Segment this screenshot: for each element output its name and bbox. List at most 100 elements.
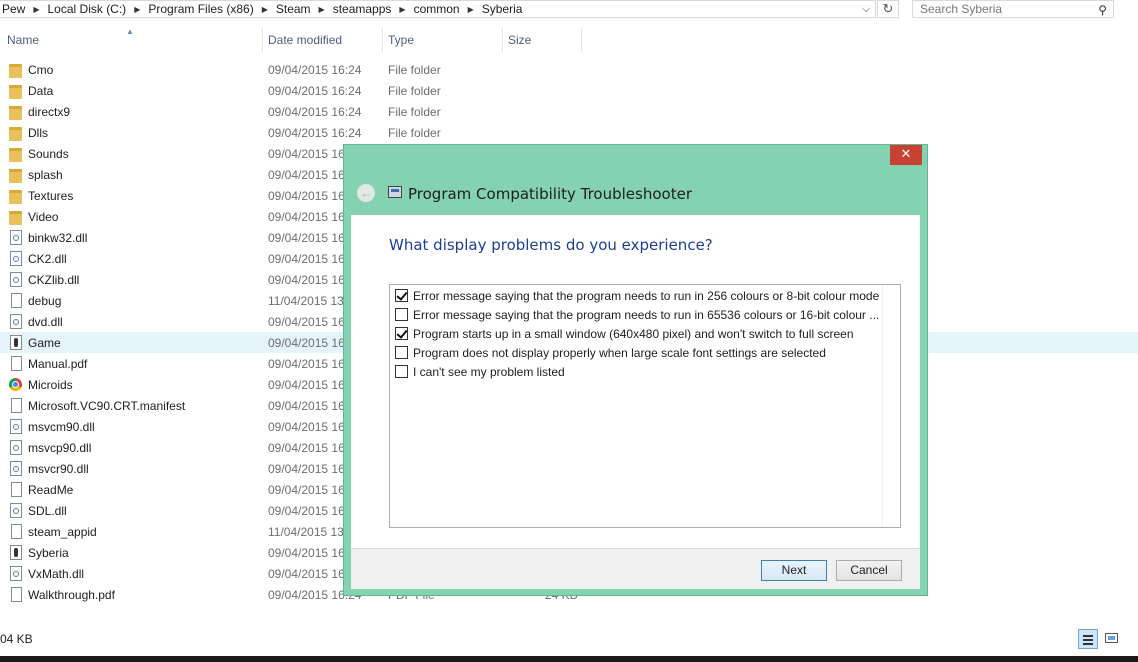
chevron-right-icon[interactable]: ▶ (319, 5, 325, 14)
folder-icon (9, 64, 22, 78)
problem-options-list: Error message saying that the program ne… (389, 284, 901, 528)
dll-icon (10, 461, 22, 476)
checkbox[interactable] (395, 346, 408, 359)
problem-option[interactable]: Program starts up in a small window (640… (395, 324, 854, 343)
column-divider[interactable] (502, 28, 503, 52)
chevron-right-icon[interactable]: ▶ (468, 5, 474, 14)
list-scrollbar[interactable] (882, 285, 900, 527)
breadcrumb-item[interactable]: Syberia (482, 2, 523, 16)
file-date: 09/04/2015 16:24 (268, 84, 362, 98)
problem-option[interactable]: Error message saying that the program ne… (395, 305, 879, 324)
file-row[interactable]: Dlls 09/04/2015 16:24 File folder (0, 122, 1138, 143)
option-label: Program does not display properly when l… (413, 345, 826, 360)
problem-option[interactable]: I can't see my problem listed (395, 362, 565, 381)
file-name: SDL.dll (28, 504, 67, 518)
chevron-right-icon[interactable]: ▶ (262, 5, 268, 14)
file-date: 11/04/2015 13: (268, 525, 348, 539)
column-divider[interactable] (382, 28, 383, 52)
sort-ascending-icon: ▲ (126, 27, 134, 36)
file-type: File folder (388, 63, 441, 77)
column-headers: ▲ Name Date modified Type Size (0, 27, 1138, 52)
file-date: 09/04/2015 16: (268, 399, 349, 413)
folder-icon (9, 169, 22, 183)
checkbox[interactable] (395, 327, 408, 340)
column-header-type[interactable]: Type (388, 28, 414, 52)
taskbar-edge (0, 656, 1138, 662)
file-date: 09/04/2015 16: (268, 336, 349, 350)
breadcrumb-item[interactable]: common (414, 2, 460, 16)
close-button[interactable]: ✕ (890, 145, 922, 165)
file-date: 09/04/2015 16: (268, 252, 349, 266)
folder-icon (9, 127, 22, 141)
file-type: File folder (388, 126, 441, 140)
file-name: Walkthrough.pdf (28, 588, 115, 602)
search-icon[interactable]: ⚲ (1098, 2, 1107, 18)
file-icon (11, 398, 22, 413)
file-name: steam_appid (28, 525, 97, 539)
dll-icon (10, 566, 22, 581)
breadcrumb-item[interactable]: Pew (2, 2, 25, 16)
chevron-right-icon[interactable]: ▶ (33, 5, 39, 14)
column-divider[interactable] (262, 28, 263, 52)
checkbox[interactable] (395, 308, 408, 321)
column-header-name[interactable]: Name (7, 28, 39, 52)
option-label: Program starts up in a small window (640… (413, 326, 854, 341)
file-date: 09/04/2015 16:24 (268, 63, 362, 77)
file-row[interactable]: directx9 09/04/2015 16:24 File folder (0, 101, 1138, 122)
file-row[interactable]: Data 09/04/2015 16:24 File folder (0, 80, 1138, 101)
next-button[interactable]: Next (761, 560, 827, 581)
file-name: binkw32.dll (28, 231, 88, 245)
dialog-title: Program Compatibility Troubleshooter (408, 185, 692, 203)
file-name: CK2.dll (28, 252, 67, 266)
column-header-size[interactable]: Size (508, 28, 531, 52)
search-input[interactable]: Search Syberia ⚲ (912, 0, 1114, 18)
problem-option[interactable]: Error message saying that the program ne… (395, 286, 879, 305)
problem-option[interactable]: Program does not display properly when l… (395, 343, 826, 362)
file-date: 09/04/2015 16:24 (268, 105, 362, 119)
chevron-right-icon[interactable]: ▶ (399, 5, 405, 14)
exe-icon (10, 335, 22, 350)
file-name: msvcr90.dll (28, 462, 89, 476)
cancel-button[interactable]: Cancel (836, 560, 902, 581)
breadcrumb-item[interactable]: steamapps (333, 2, 392, 16)
file-name: Microids (28, 378, 73, 392)
file-date: 09/04/2015 16: (268, 189, 349, 203)
checkbox[interactable] (395, 289, 408, 302)
file-date: 11/04/2015 13: (268, 294, 348, 308)
file-name: Sounds (28, 147, 69, 161)
file-name: splash (28, 168, 63, 182)
file-date: 09/04/2015 16: (268, 231, 349, 245)
chevron-right-icon[interactable]: ▶ (134, 5, 140, 14)
dialog-content: What display problems do you experience?… (351, 215, 920, 589)
file-name: Game (28, 336, 61, 350)
large-icons-view-icon[interactable] (1102, 629, 1122, 649)
breadcrumb[interactable]: Pew ▶ Local Disk (C:) ▶ Program Files (x86) ▶… (0, 0, 876, 18)
column-divider[interactable] (581, 28, 582, 52)
file-name: dvd.dll (28, 315, 63, 329)
checkbox[interactable] (395, 365, 408, 378)
breadcrumb-item[interactable]: Program Files (x86) (148, 2, 253, 16)
file-name: CKZlib.dll (28, 273, 80, 287)
folder-icon (9, 106, 22, 120)
file-icon (11, 293, 22, 308)
file-date: 09/04/2015 16: (268, 273, 349, 287)
column-header-date[interactable]: Date modified (268, 28, 342, 52)
refresh-button[interactable]: ↻ (877, 0, 899, 18)
folder-icon (9, 148, 22, 162)
file-date: 09/04/2015 16: (268, 462, 349, 476)
file-date: 09/04/2015 16:24 (268, 126, 362, 140)
file-name: Syberia (28, 546, 69, 560)
file-row[interactable]: Cmo 09/04/2015 16:24 File folder (0, 59, 1138, 80)
file-name: directx9 (28, 105, 71, 119)
file-date: 09/04/2015 16: (268, 315, 349, 329)
option-label: I can't see my problem listed (413, 364, 565, 379)
status-bar: 04 KB (0, 627, 1138, 655)
details-view-icon[interactable] (1078, 629, 1098, 649)
breadcrumb-item[interactable]: Local Disk (C:) (48, 2, 127, 16)
file-icon (11, 482, 22, 497)
address-dropdown-icon[interactable]: ⌵ (858, 0, 874, 18)
file-name: Dlls (28, 126, 48, 140)
dll-icon (10, 272, 22, 287)
breadcrumb-item[interactable]: Steam (276, 2, 311, 16)
back-arrow-icon[interactable]: ← (357, 184, 375, 202)
